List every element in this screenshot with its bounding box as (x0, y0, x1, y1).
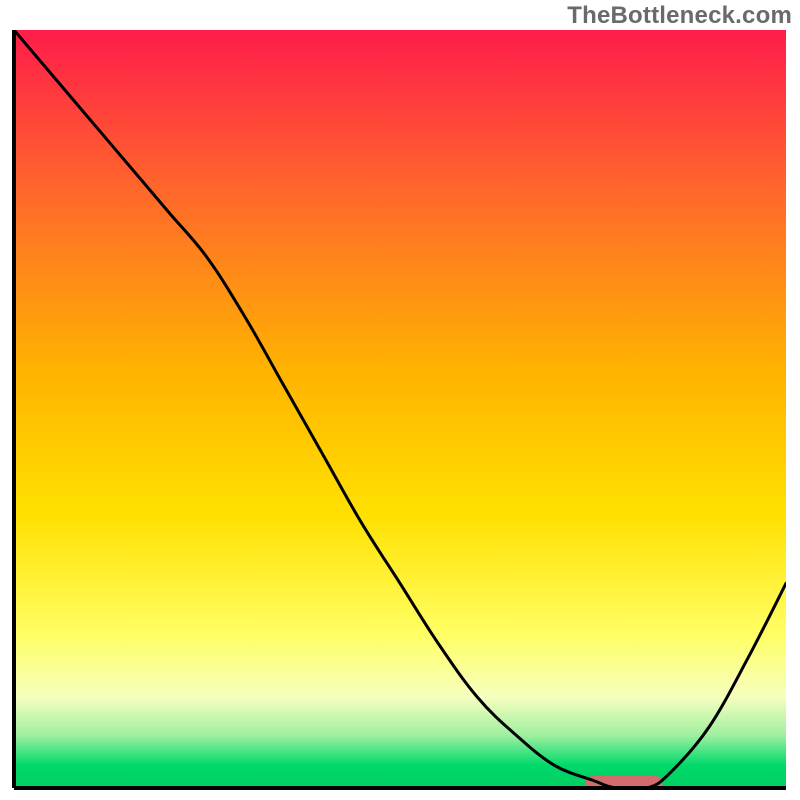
watermark-text: TheBottleneck.com (567, 2, 792, 30)
bottleneck-chart (0, 0, 800, 800)
gradient-background (14, 30, 786, 788)
chart-container: TheBottleneck.com (0, 0, 800, 800)
